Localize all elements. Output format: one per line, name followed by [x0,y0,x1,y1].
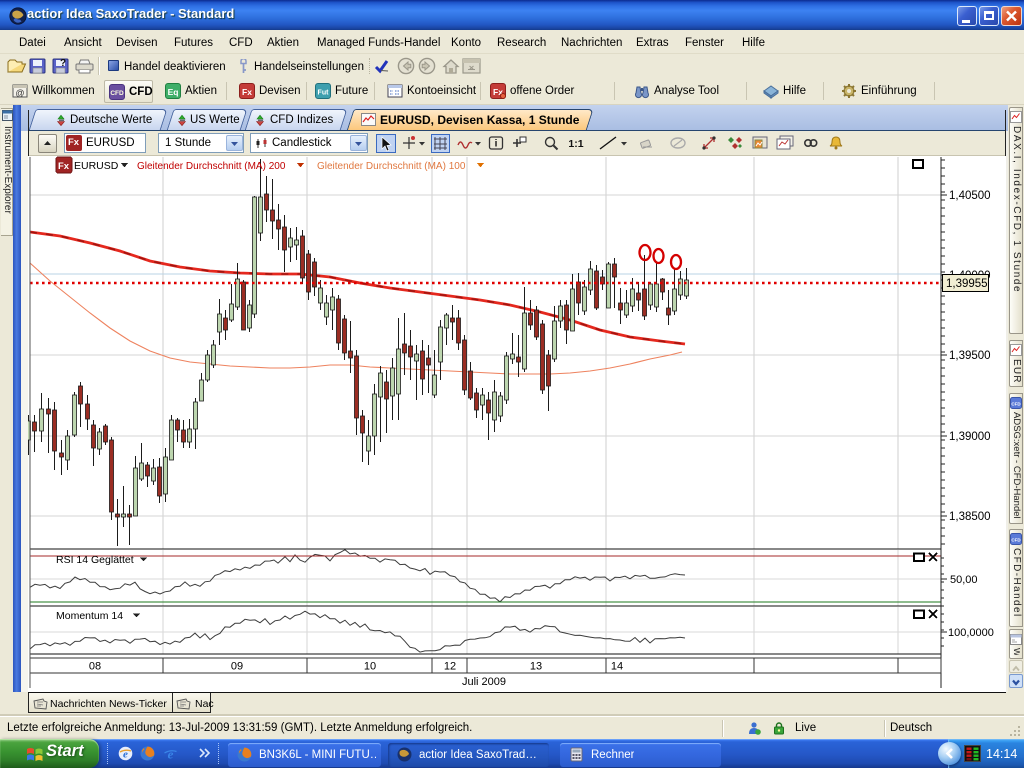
svg-text:@: @ [15,88,24,98]
svg-text:1,38500: 1,38500 [949,511,991,523]
svg-text:1,40500: 1,40500 [949,190,991,202]
svg-text:13: 13 [530,661,542,673]
svg-text:CFD: CFD [1011,538,1021,543]
svg-text:09: 09 [231,661,243,673]
svg-text:Juli 2009: Juli 2009 [462,676,506,688]
svg-text:14: 14 [611,661,623,673]
svg-text:Momentum 14: Momentum 14 [56,610,123,622]
svg-text:Gleitender Durchschnitt (MA) 2: Gleitender Durchschnitt (MA) 200 [137,161,286,172]
svg-text:08: 08 [89,661,101,673]
svg-text:1:1: 1:1 [568,138,583,150]
svg-text:Gleitender Durchschnitt (MA) 1: Gleitender Durchschnitt (MA) 100 [317,161,466,172]
svg-text:RSI 14 Geglättet: RSI 14 Geglättet [56,554,134,566]
svg-text:Fx: Fx [58,161,70,172]
svg-text:1,39000: 1,39000 [949,431,991,443]
svg-text:12: 12 [444,661,456,673]
svg-text:1,39955: 1,39955 [946,278,988,290]
svg-text:100,0000: 100,0000 [948,627,994,639]
svg-text:i: i [495,139,498,150]
svg-text:Fx: Fx [242,87,252,97]
svg-text:50,00: 50,00 [950,574,978,586]
svg-text:CFD: CFD [110,90,124,97]
svg-text:1,39500: 1,39500 [949,350,991,362]
svg-text:CFD: CFD [1011,402,1021,407]
svg-text:EURUSD: EURUSD [74,160,119,172]
svg-text:e: e [168,747,174,762]
svg-text:Fut: Fut [318,90,330,97]
svg-text:10: 10 [364,661,376,673]
svg-text:Eq: Eq [168,87,179,97]
svg-text:?: ? [60,58,66,69]
